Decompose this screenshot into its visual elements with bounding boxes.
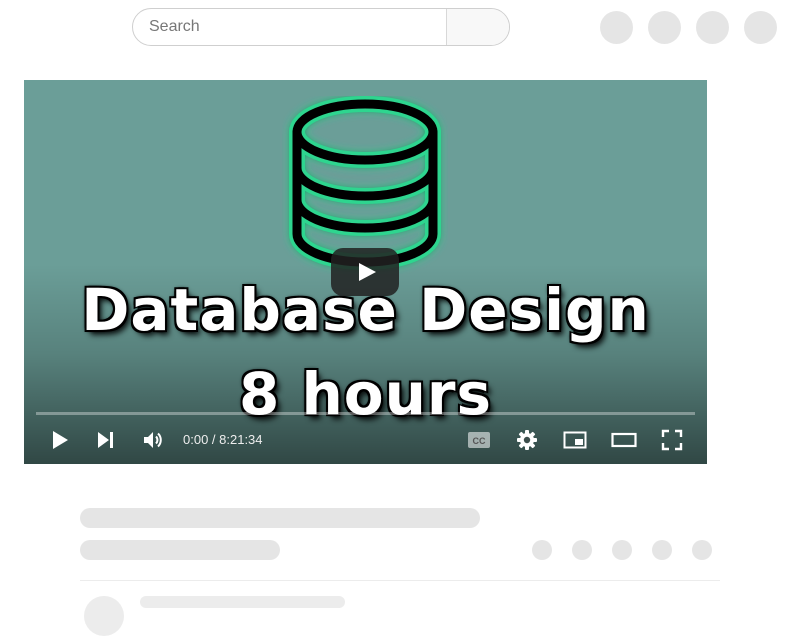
notifications-icon[interactable] <box>648 11 681 44</box>
fullscreen-icon <box>661 429 683 451</box>
video-player[interactable]: Database Design 8 hours 0:00 / 8:21:34 C… <box>24 80 707 464</box>
volume-icon <box>144 432 162 448</box>
thumbnail-subtitle: 8 hours <box>238 360 493 428</box>
search-input[interactable] <box>133 9 447 45</box>
comment-avatar-placeholder <box>84 596 124 636</box>
action-placeholder[interactable] <box>572 540 592 560</box>
channel-placeholder <box>80 540 280 560</box>
theater-button[interactable] <box>611 428 637 452</box>
progress-bar[interactable] <box>36 412 695 415</box>
settings-button[interactable] <box>515 428 539 452</box>
play-button[interactable] <box>48 428 72 452</box>
play-icon <box>359 263 376 281</box>
comment-placeholder <box>140 596 345 608</box>
action-placeholder[interactable] <box>652 540 672 560</box>
next-icon <box>98 432 113 448</box>
theater-icon <box>611 432 637 448</box>
gear-icon <box>517 430 537 450</box>
search-button[interactable] <box>446 9 509 45</box>
miniplayer-button[interactable] <box>563 428 587 452</box>
apps-icon[interactable] <box>696 11 729 44</box>
time-display: 0:00 / 8:21:34 <box>183 432 263 447</box>
action-placeholder[interactable] <box>612 540 632 560</box>
captions-icon: CC <box>468 432 490 448</box>
action-placeholder[interactable] <box>692 540 712 560</box>
account-icon[interactable] <box>600 11 633 44</box>
miniplayer-icon <box>563 431 587 449</box>
action-placeholder[interactable] <box>532 540 552 560</box>
search-box[interactable] <box>132 8 510 46</box>
title-placeholder <box>80 508 480 528</box>
divider <box>80 580 720 581</box>
volume-button[interactable] <box>141 428 165 452</box>
large-play-button[interactable] <box>331 248 399 296</box>
fullscreen-button[interactable] <box>660 428 684 452</box>
avatar-icon[interactable] <box>744 11 777 44</box>
next-button[interactable] <box>94 428 118 452</box>
svg-text:CC: CC <box>473 436 486 446</box>
play-icon <box>53 431 68 449</box>
captions-button[interactable]: CC <box>467 428 491 452</box>
